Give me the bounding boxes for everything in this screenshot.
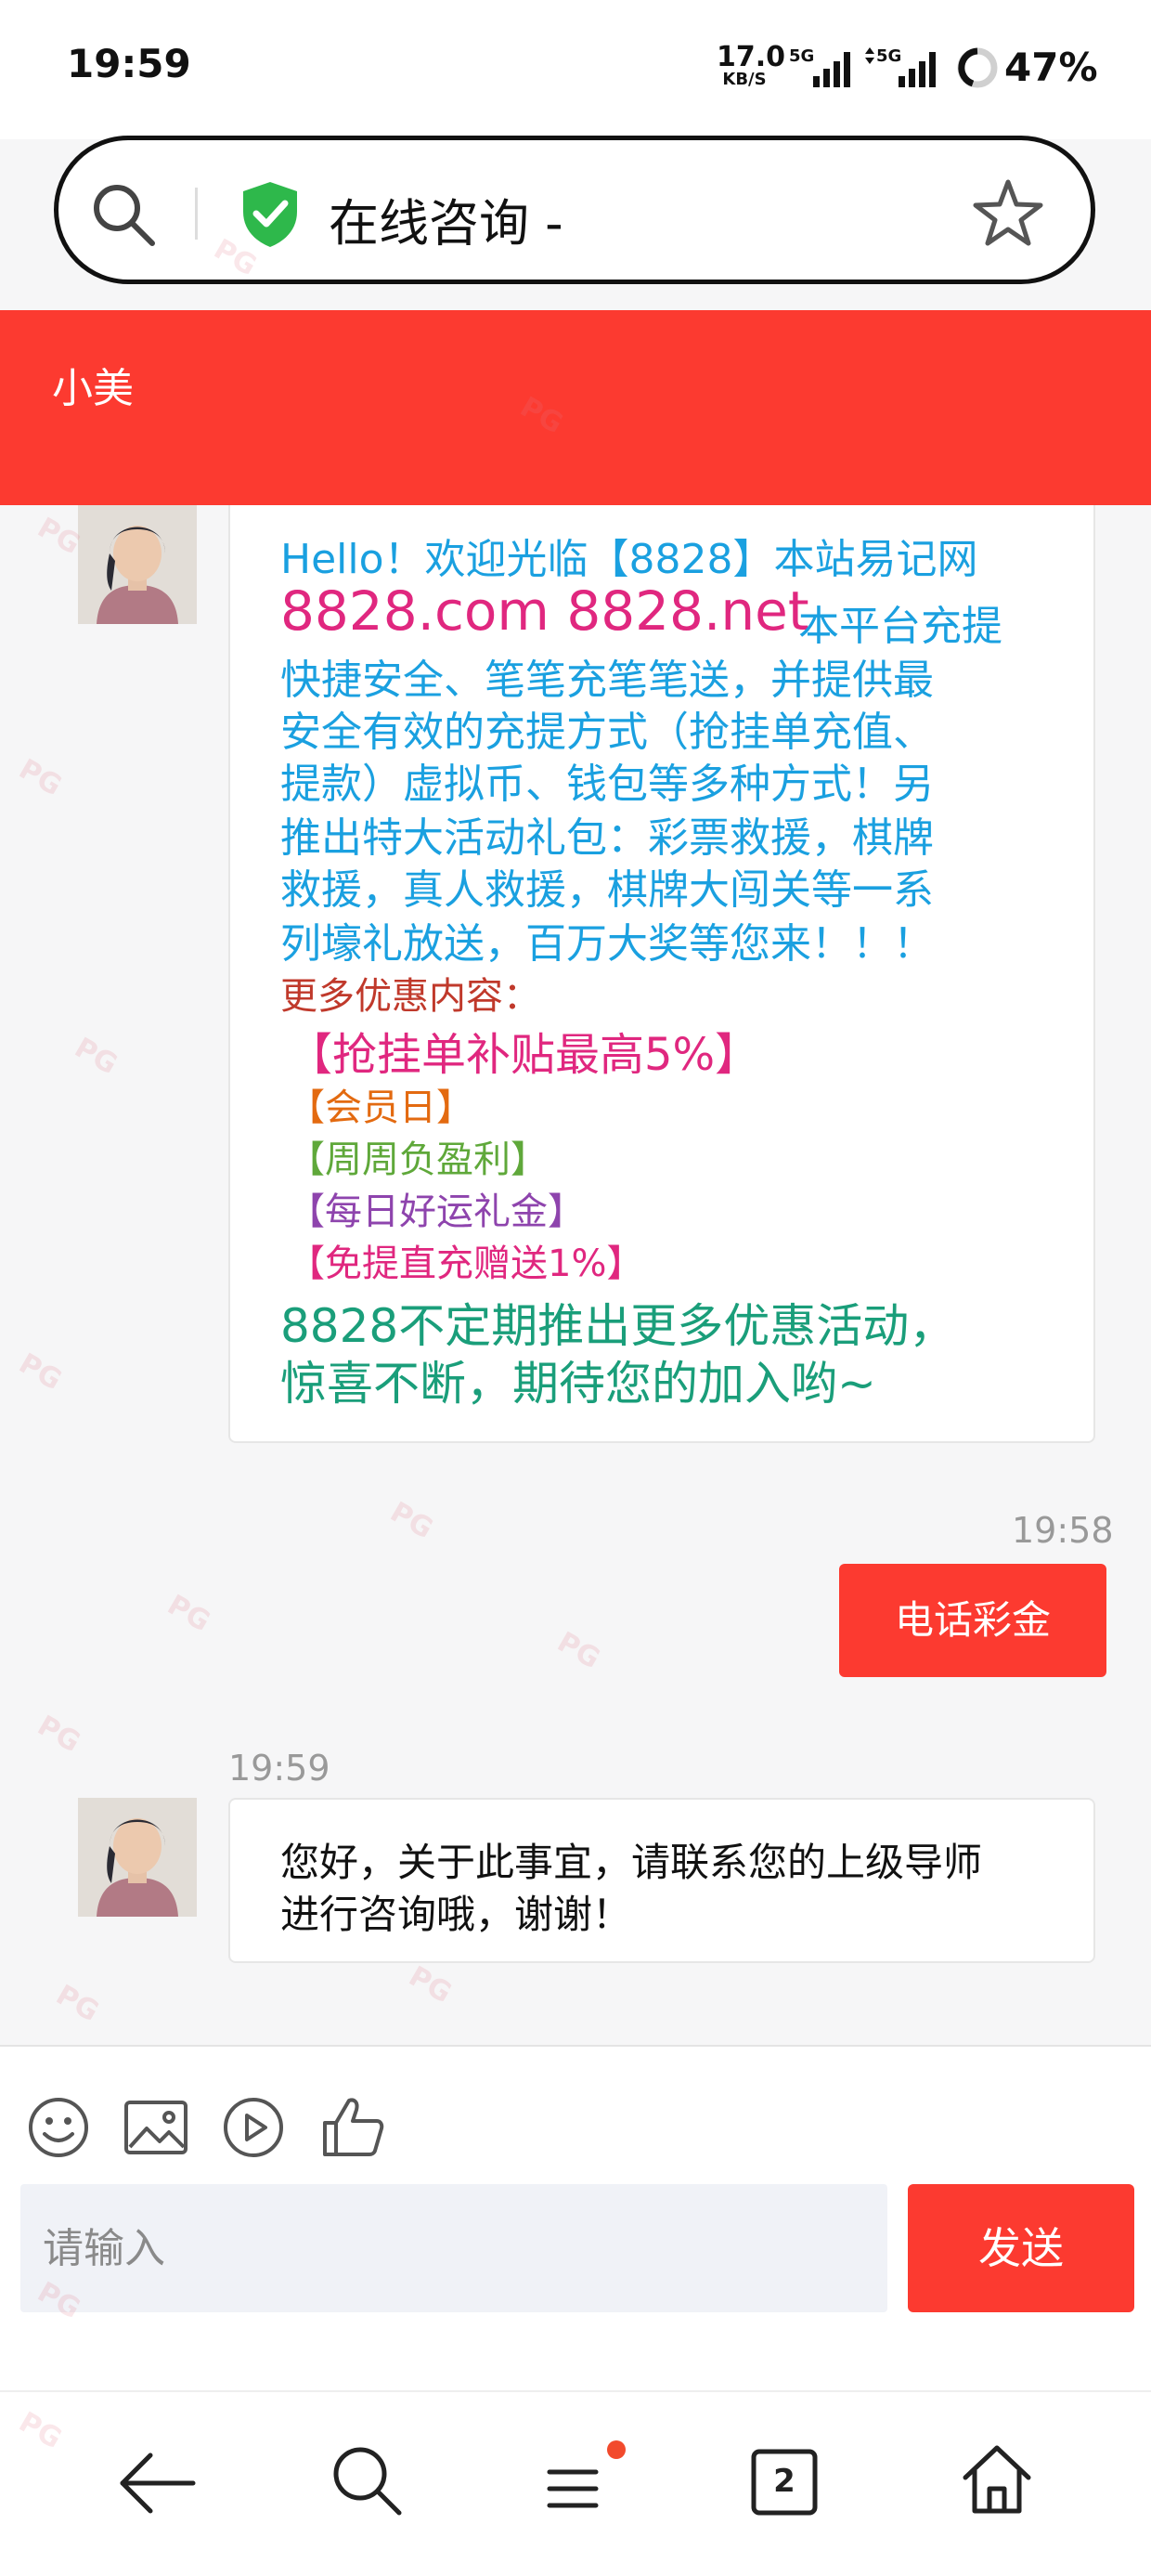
reply-line: 您好，关于此事宜，请联系您的上级导师 xyxy=(280,1840,983,1885)
watermark: PG xyxy=(69,1031,123,1082)
address-separator xyxy=(195,188,198,240)
agent-name: 小美 xyxy=(52,365,134,412)
signal-icon-2: 5G xyxy=(865,46,936,87)
watermark: PG xyxy=(50,1978,105,2029)
welcome-line: 救援，真人救援，棋牌大闯关等一系 xyxy=(280,866,934,914)
welcome-line: 本平台充提 xyxy=(798,603,1002,650)
notification-dot-icon xyxy=(607,2440,626,2459)
image-icon[interactable] xyxy=(123,2095,189,2160)
emoji-icon[interactable] xyxy=(26,2095,91,2160)
watermark: PG xyxy=(13,1347,68,1398)
signal2-label: 5G xyxy=(876,46,901,66)
reply-timestamp: 19:59 xyxy=(228,1748,330,1789)
search-icon[interactable] xyxy=(89,180,158,249)
sent-timestamp: 19:58 xyxy=(1012,1510,1114,1551)
agent-avatar xyxy=(78,505,197,624)
watermark: PG xyxy=(162,1588,216,1639)
promo-item: 【周周负盈利】 xyxy=(288,1138,548,1181)
watermark: PG xyxy=(384,1495,439,1546)
shield-check-icon xyxy=(243,182,297,247)
network-speed-value: 17.0 xyxy=(717,41,786,73)
battery-percent: 47% xyxy=(1004,45,1098,90)
promo-item: 【抢挂单补贴最高5%】 xyxy=(288,1029,760,1081)
message-input[interactable] xyxy=(20,2184,887,2312)
chat-header xyxy=(0,310,1151,505)
promo-item: 【免提直充赠送1%】 xyxy=(288,1242,644,1285)
welcome-line-domains: 8828.com 8828.net xyxy=(280,579,809,643)
page-title[interactable]: 在线咨询 - xyxy=(329,182,563,255)
promo-item: 【会员日】 xyxy=(288,1086,473,1129)
welcome-line: 列壕礼放送，百万大奖等您来！！！ xyxy=(280,920,934,968)
back-arrow-icon[interactable] xyxy=(117,2448,197,2518)
welcome-line-closing: 惊喜不断，期待您的加入哟~ xyxy=(280,1357,876,1411)
battery-ring-icon xyxy=(957,47,998,88)
welcome-line: 安全有效的充提方式（抢挂单充值、 xyxy=(280,709,934,756)
send-button[interactable]: 发送 xyxy=(908,2184,1134,2312)
welcome-line: 提款）虚拟币、钱包等多种方式！另 xyxy=(280,761,934,808)
network-speed-unit: KB/S xyxy=(722,70,767,89)
welcome-line: 快捷安全、笔笔充笔笔送，并提供最 xyxy=(280,657,934,704)
signal1-label: 5G xyxy=(789,46,814,66)
tabs-count[interactable]: 2 xyxy=(750,2463,819,2500)
signal-icon: 5G xyxy=(789,46,850,87)
search-icon-nav[interactable] xyxy=(330,2444,405,2518)
watermark: PG xyxy=(403,1959,458,2010)
agent-avatar xyxy=(78,1798,197,1917)
video-icon[interactable] xyxy=(221,2095,286,2160)
promo-item: 【每日好运礼金】 xyxy=(288,1190,585,1233)
reply-line: 进行咨询哦，谢谢！ xyxy=(280,1892,632,1937)
network-speed: 17.0 KB/S xyxy=(717,41,786,91)
sent-message-bubble: 电话彩金 xyxy=(839,1564,1106,1677)
bookmark-star-icon[interactable] xyxy=(971,176,1045,251)
welcome-line-more: 更多优惠内容： xyxy=(280,975,540,1018)
home-icon[interactable] xyxy=(960,2442,1034,2517)
welcome-line: Hello！欢迎光临【8828】本站易记网 xyxy=(280,536,978,583)
welcome-line: 推出特大活动礼包：彩票救援，棋牌 xyxy=(280,814,934,862)
status-time: 19:59 xyxy=(67,41,191,86)
watermark: PG xyxy=(13,752,68,803)
watermark: PG xyxy=(32,1709,86,1760)
menu-icon[interactable] xyxy=(542,2439,631,2518)
watermark: PG xyxy=(551,1625,606,1676)
thumbs-up-icon[interactable] xyxy=(319,2091,386,2160)
